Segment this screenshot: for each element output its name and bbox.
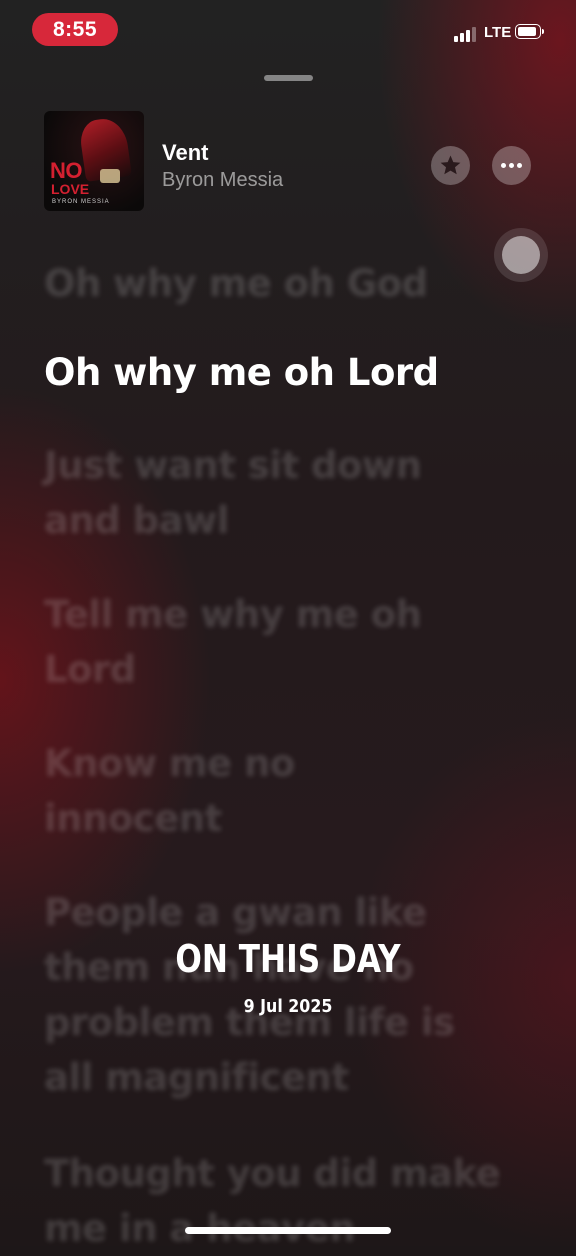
on-this-day-title: ON THIS DAY — [175, 937, 401, 981]
lyric-line[interactable]: Thought you did make me in a heaven — [44, 1146, 524, 1256]
home-indicator[interactable] — [185, 1227, 391, 1234]
lyric-line-current[interactable]: Oh why me oh Lord — [44, 345, 524, 400]
song-title[interactable]: Vent — [162, 140, 208, 166]
star-icon — [440, 155, 461, 175]
status-bar: 8:55 LTE — [0, 0, 576, 60]
network-type-label: LTE — [484, 24, 512, 41]
album-artwork[interactable]: NO LOVE BYRON MESSIA — [44, 111, 144, 211]
lyric-line[interactable]: Know me no innocent — [44, 736, 344, 846]
artwork-text-no: NO — [50, 158, 83, 183]
lyric-line-past[interactable]: Oh why me oh God — [44, 256, 524, 311]
more-options-button[interactable] — [492, 146, 531, 185]
sheet-grabber-handle[interactable] — [264, 75, 313, 81]
cellular-signal-icon — [454, 26, 478, 42]
artwork-chain — [100, 169, 120, 183]
status-time[interactable]: 8:55 — [32, 13, 118, 46]
lyric-line[interactable]: Tell me why me oh Lord — [44, 587, 424, 697]
artwork-text-love: LOVE — [51, 181, 90, 197]
lyric-line[interactable]: Just want sit down and bawl — [44, 438, 504, 548]
artist-name[interactable]: Byron Messia — [162, 169, 283, 192]
lyric-line[interactable]: People a gwan like them nuh have no prob… — [44, 885, 484, 1105]
artwork-text-artist: BYRON MESSIA — [52, 199, 110, 205]
battery-icon — [515, 24, 545, 41]
favorite-button[interactable] — [431, 146, 470, 185]
on-this-day-date: 9 Jul 2025 — [243, 996, 333, 1017]
ellipsis-icon — [501, 163, 522, 168]
